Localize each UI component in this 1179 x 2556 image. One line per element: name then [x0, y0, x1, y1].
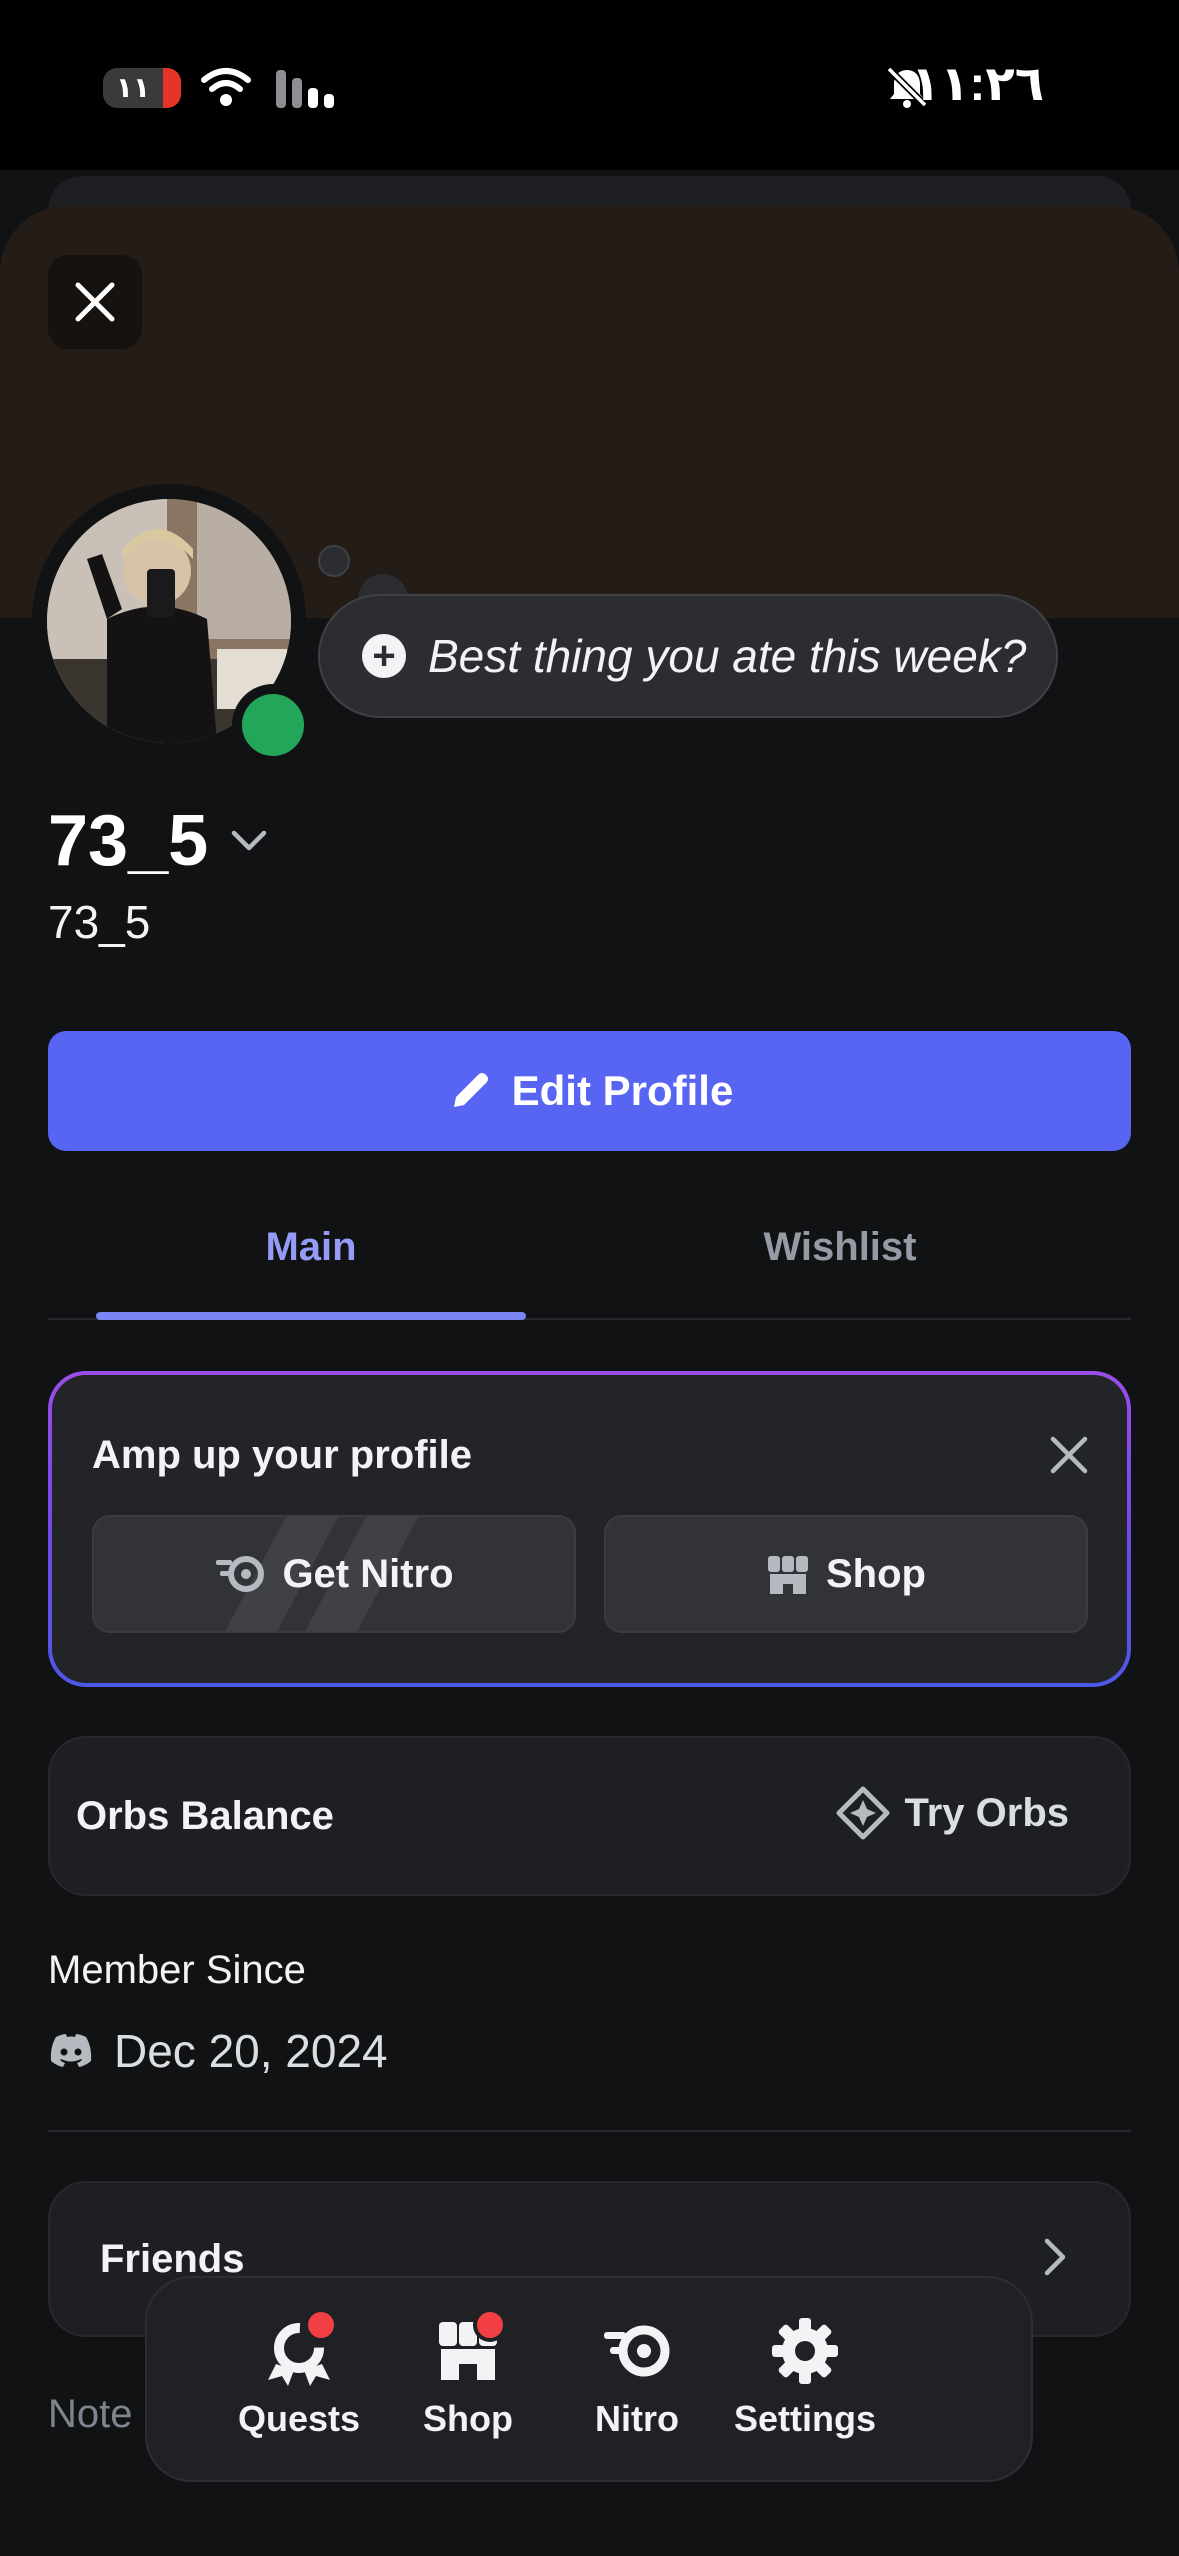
- nav-label-shop: Shop: [423, 2398, 513, 2439]
- chevron-down-icon: [231, 830, 267, 851]
- member-since-date: Dec 20, 2024: [114, 2025, 388, 2077]
- orbs-balance-label: Orbs Balance: [76, 1794, 334, 1838]
- bottom-nav: Quests Shop Nitro Settings: [145, 2276, 1033, 2482]
- note-label: Note: [48, 2392, 133, 2436]
- gear-icon: [772, 2318, 838, 2384]
- nitro-icon: [216, 1556, 265, 1592]
- signal-icon: [276, 70, 334, 108]
- amp-card-title: Amp up your profile: [92, 1433, 472, 1477]
- nav-label-quests: Quests: [237, 2398, 361, 2439]
- status-prompt-bubble[interactable]: + Best thing you ate this week?: [318, 594, 1058, 718]
- try-orbs-label: Try Orbs: [904, 1790, 1069, 1835]
- shop-icon: [768, 1556, 808, 1594]
- member-since-row: Dec 20, 2024: [48, 2024, 388, 2078]
- display-name-row[interactable]: 73_5: [48, 800, 268, 882]
- nitro-icon: [604, 2325, 670, 2377]
- nav-item-settings[interactable]: Settings: [720, 2314, 890, 2440]
- battery-icon: ١١: [103, 68, 181, 108]
- chevron-right-icon: [1044, 2238, 1066, 2276]
- try-orbs-button[interactable]: Try Orbs: [836, 1786, 1069, 1840]
- nav-label-settings: Settings: [733, 2398, 876, 2439]
- section-divider: [48, 2130, 1131, 2132]
- thought-bubble-dot: [318, 545, 350, 577]
- orbs-balance-card[interactable]: Orbs Balance Try Orbs: [48, 1736, 1131, 1896]
- nav-item-quests[interactable]: Quests: [214, 2308, 384, 2440]
- tab-main[interactable]: Main: [96, 1225, 526, 1270]
- nav-label-nitro: Nitro: [595, 2398, 679, 2439]
- wifi-icon: [201, 68, 251, 106]
- member-since-label: Member Since: [48, 1948, 306, 1992]
- discord-logo-icon: [50, 2034, 92, 2067]
- notification-badge: [304, 2308, 338, 2342]
- get-nitro-button[interactable]: Get Nitro: [92, 1515, 576, 1633]
- nav-item-nitro[interactable]: Nitro: [552, 2314, 722, 2440]
- notification-badge: [473, 2308, 507, 2342]
- tab-selected-indicator: [96, 1312, 526, 1320]
- display-name: 73_5: [48, 801, 209, 881]
- plus-circle-icon: +: [362, 634, 406, 678]
- online-status-indicator: [232, 684, 314, 766]
- nav-item-shop[interactable]: Shop: [383, 2308, 553, 2440]
- dismiss-card-close-icon[interactable]: [1047, 1433, 1091, 1477]
- clock: ١١:٢٦: [910, 58, 1044, 111]
- edit-profile-button[interactable]: Edit Profile: [48, 1031, 1131, 1151]
- username: 73_5: [48, 896, 151, 948]
- close-button[interactable]: [48, 255, 142, 349]
- edit-profile-label: Edit Profile: [511, 1067, 734, 1114]
- tab-wishlist[interactable]: Wishlist: [620, 1225, 1060, 1270]
- get-nitro-label: Get Nitro: [282, 1551, 454, 1596]
- status-prompt-text: Best thing you ate this week?: [428, 630, 1027, 682]
- pencil-icon: [453, 1073, 488, 1107]
- shop-label: Shop: [826, 1551, 926, 1596]
- shop-button[interactable]: Shop: [604, 1515, 1088, 1633]
- amp-up-profile-card: Amp up your profile Get Nitro Shop: [48, 1371, 1131, 1687]
- battery-level: ١١: [115, 72, 151, 103]
- close-icon: [75, 282, 115, 322]
- orb-icon: [836, 1786, 890, 1840]
